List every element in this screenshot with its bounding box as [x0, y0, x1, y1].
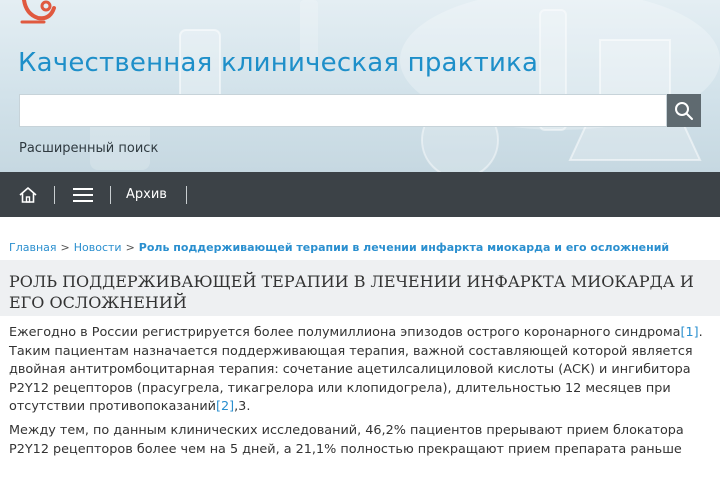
breadcrumb-separator: >: [125, 241, 135, 254]
header-banner: Качественная клиническая практика Расшир…: [0, 0, 720, 172]
article-paragraph: Между тем, по данным клинических исследо…: [9, 422, 684, 457]
article-body: Ежегодно в России регистрируется более п…: [9, 324, 709, 464]
nav-menu-button[interactable]: [70, 172, 96, 217]
reference-link[interactable]: [2]: [216, 399, 234, 414]
microscope-icon[interactable]: [14, 0, 64, 26]
breadcrumb-current: Роль поддерживающей терапии в лечении ин…: [138, 241, 670, 254]
search-icon: [675, 101, 693, 120]
breadcrumb-separator: >: [60, 241, 70, 254]
breadcrumb: Главная > Новости > Роль поддерживающей тера…: [9, 241, 669, 254]
nav-archive-link[interactable]: Архив: [126, 172, 167, 217]
main-navbar: Архив: [0, 172, 720, 217]
article-title: РОЛЬ ПОДДЕРЖИВАЮЩЕЙ ТЕРАПИИ В ЛЕЧЕНИИ ИН…: [9, 272, 694, 312]
menu-icon: [73, 187, 93, 202]
search-button[interactable]: [667, 94, 701, 127]
breadcrumb-home[interactable]: Главная: [9, 241, 57, 254]
advanced-search-link[interactable]: Расширенный поиск: [19, 141, 158, 156]
paragraph-text: ,3.: [234, 399, 251, 415]
article-paragraph: Ежегодно в России регистрируется более п…: [9, 324, 709, 417]
nav-divider: [186, 186, 187, 204]
breadcrumb-news[interactable]: Новости: [74, 241, 122, 254]
search-input[interactable]: [19, 94, 667, 127]
search-bar: [19, 94, 701, 127]
nav-divider: [110, 186, 111, 204]
paragraph-text: Ежегодно в России регистрируется более п…: [9, 325, 681, 340]
nav-home-button[interactable]: [14, 172, 42, 217]
nav-divider: [54, 186, 55, 204]
reference-link[interactable]: [1]: [680, 325, 698, 340]
home-icon: [19, 186, 37, 203]
site-title[interactable]: Качественная клиническая практика: [18, 48, 538, 78]
